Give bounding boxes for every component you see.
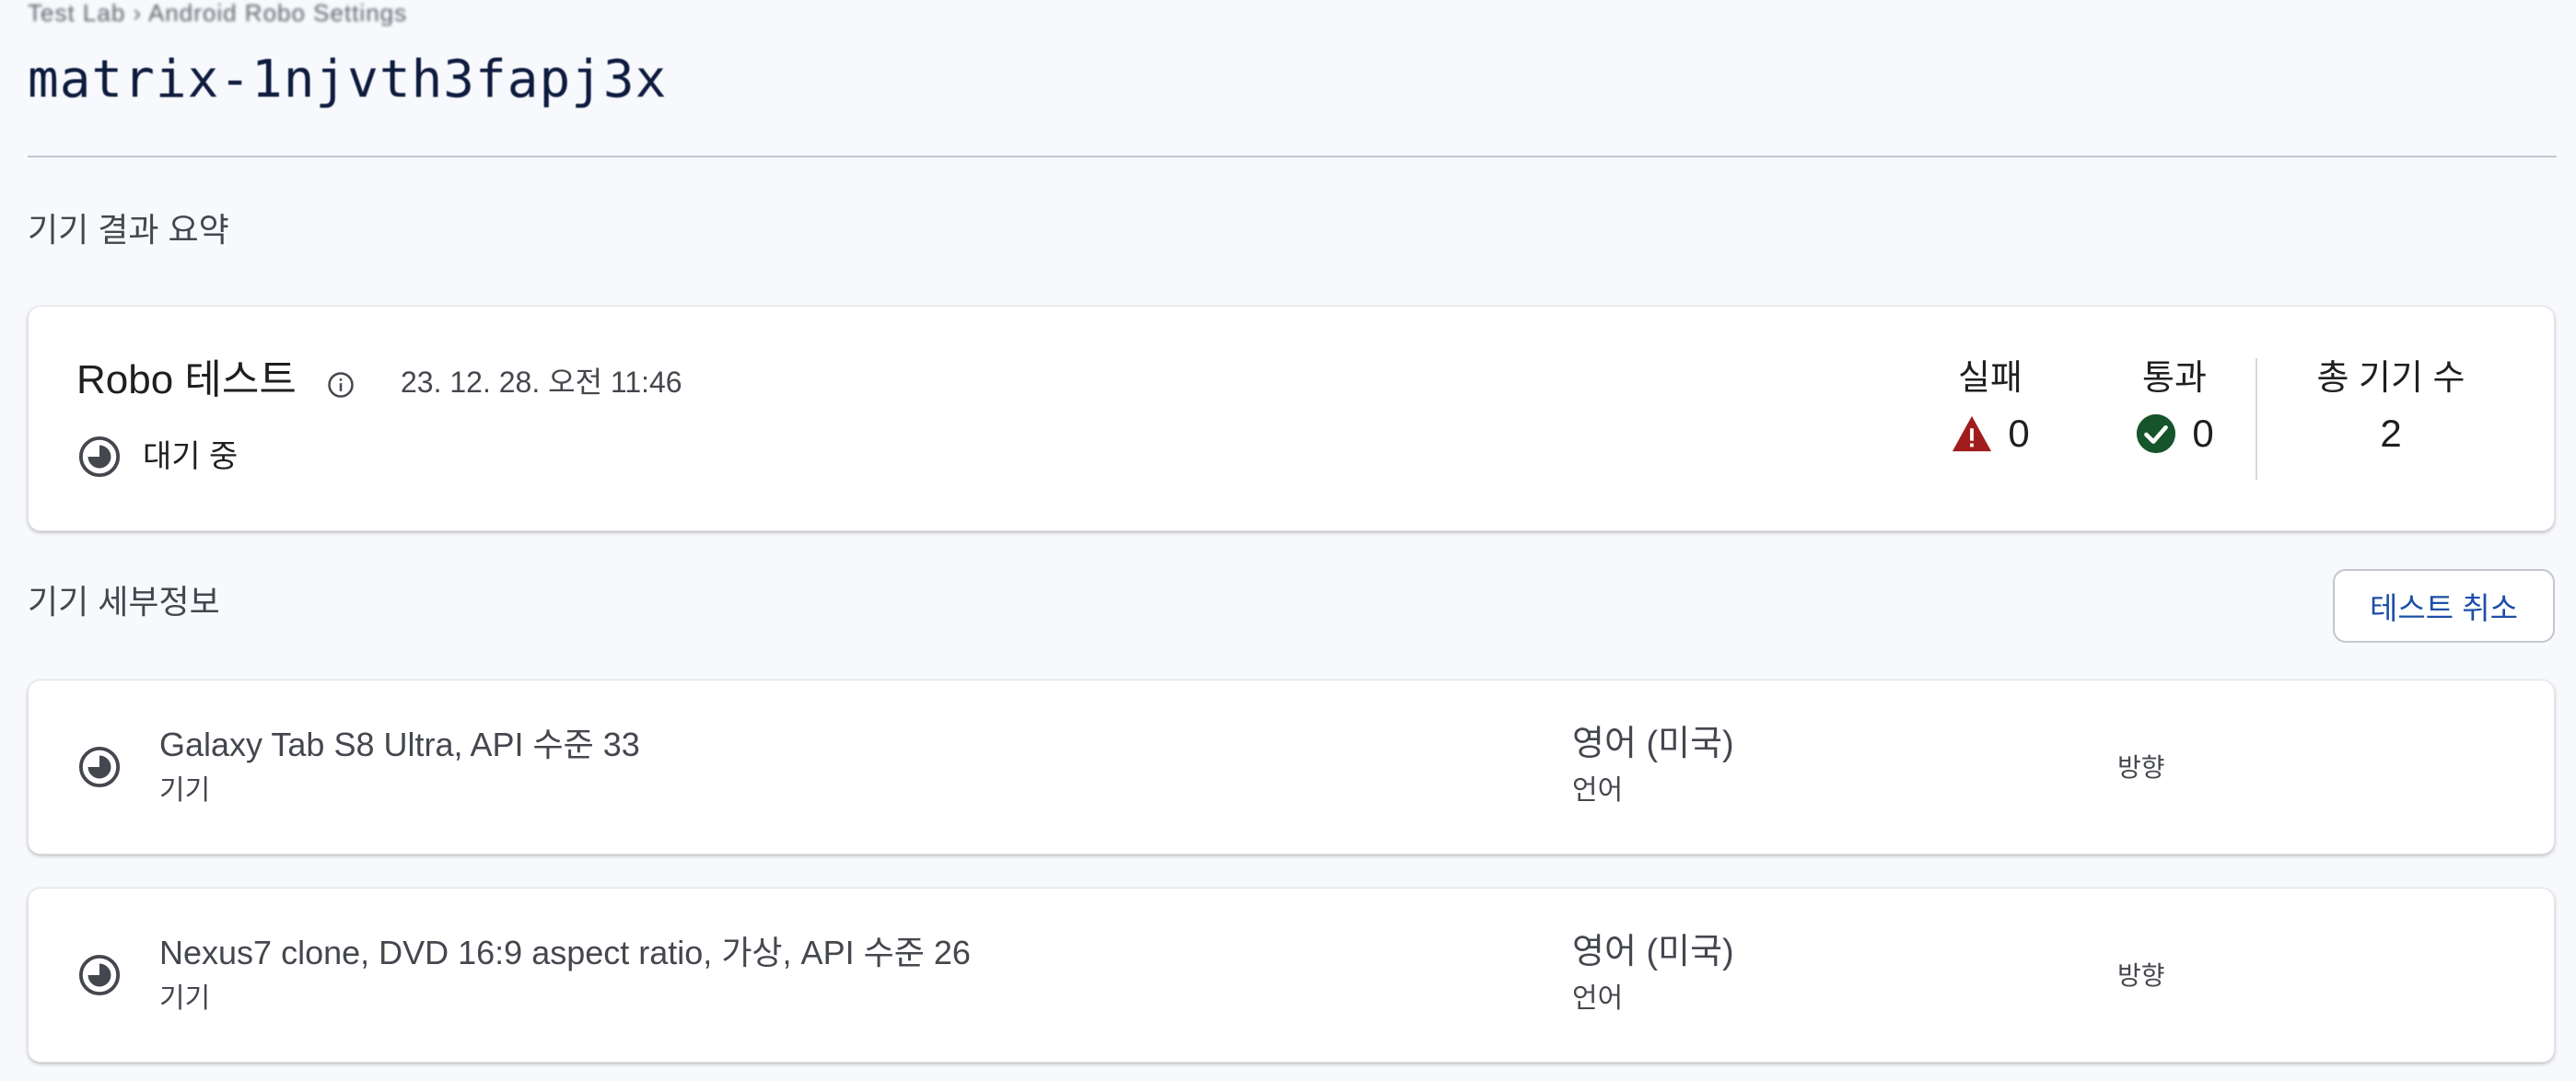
pass-label: 통과 xyxy=(2142,359,2207,398)
pending-clock-icon xyxy=(78,436,121,478)
orientation-label: 방향 xyxy=(2117,753,2165,782)
test-timestamp: 23. 12. 28. 오전 11:46 xyxy=(401,366,682,399)
total-devices-label: 총 기기 수 xyxy=(2316,359,2465,398)
test-type-title: Robo 테스트 xyxy=(76,357,297,402)
summary-card: Robo 테스트 23. 12. 28. 오전 11:46 대기 중 실패 0 xyxy=(28,306,2555,531)
pass-metric: 통과 0 xyxy=(2119,358,2230,456)
device-name: Nexus7 clone, DVD 16:9 aspect ratio, 가상,… xyxy=(159,934,971,971)
total-devices-count: 2 xyxy=(2380,412,2402,455)
device-row[interactable]: Galaxy Tab S8 Ultra, API 수준 33 기기 영어 (미국… xyxy=(28,680,2555,854)
language-label: 언어 xyxy=(1572,775,1624,806)
info-icon[interactable] xyxy=(327,371,355,399)
cancel-test-button[interactable]: 테스트 취소 xyxy=(2333,569,2555,643)
details-section-heading: 기기 세부정보 xyxy=(28,583,220,621)
fail-label: 실패 xyxy=(1958,359,2022,398)
fail-count: 0 xyxy=(2008,412,2030,455)
device-label: 기기 xyxy=(159,775,211,806)
total-devices-metric: 총 기기 수 2 xyxy=(2290,358,2492,456)
pending-clock-icon xyxy=(78,954,121,996)
device-row[interactable]: Nexus7 clone, DVD 16:9 aspect ratio, 가상,… xyxy=(28,888,2555,1063)
device-label: 기기 xyxy=(159,983,211,1014)
device-language: 영어 (미국) xyxy=(1572,725,1734,763)
language-label: 언어 xyxy=(1572,983,1624,1014)
orientation-label: 방향 xyxy=(2117,961,2165,990)
fail-metric: 실패 0 xyxy=(1935,358,2046,456)
metric-divider xyxy=(2255,358,2257,480)
warning-triangle-icon xyxy=(1952,415,1992,452)
header-divider xyxy=(28,156,2557,157)
page-title: matrix-1njvth3fapj3x xyxy=(28,50,668,110)
check-circle-icon xyxy=(2137,413,2176,454)
status-text: 대기 중 xyxy=(143,439,239,474)
breadcrumb[interactable]: Test Lab › Android Robo Settings xyxy=(28,0,407,26)
device-name: Galaxy Tab S8 Ultra, API 수준 33 xyxy=(159,726,640,763)
page: Test Lab › Android Robo Settings matrix-… xyxy=(0,0,2576,1081)
pending-clock-icon xyxy=(78,746,121,788)
pass-count: 0 xyxy=(2192,412,2214,455)
summary-section-heading: 기기 결과 요약 xyxy=(28,211,229,249)
device-language: 영어 (미국) xyxy=(1572,933,1734,971)
